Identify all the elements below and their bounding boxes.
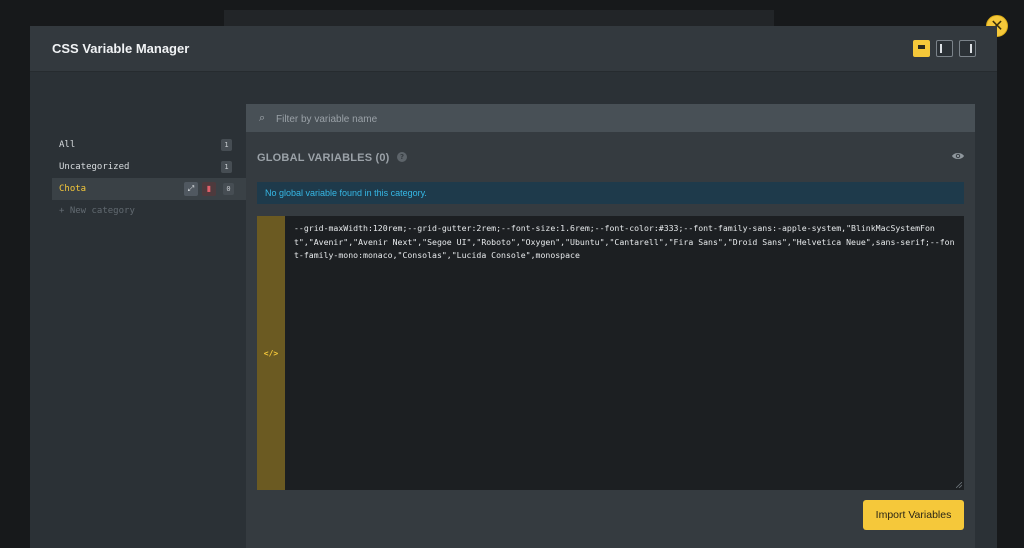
sidebar-item-all[interactable]: All 1 <box>52 134 246 156</box>
sidebar-item-chota[interactable]: Chota ⤢ ▮ 0 <box>52 178 246 200</box>
variables-editor[interactable]: </> --grid-maxWidth:120rem;--grid-gutter… <box>257 216 964 490</box>
section-title: GLOBAL VARIABLES (0) <box>257 152 390 164</box>
resize-handle-icon[interactable] <box>956 482 962 488</box>
category-sidebar: All 1 Uncategorized 1 Chota ⤢ ▮ 0 + New … <box>52 134 246 222</box>
editor-textarea[interactable]: --grid-maxWidth:120rem;--grid-gutter:2re… <box>294 222 958 263</box>
modal-header: CSS Variable Manager <box>30 26 997 72</box>
code-icon: </> <box>263 348 279 358</box>
sidebar-item-uncategorized[interactable]: Uncategorized 1 <box>52 156 246 178</box>
trash-icon[interactable]: ▮ <box>202 182 216 196</box>
eye-icon[interactable] <box>951 151 965 161</box>
layout-left-panel-icon[interactable] <box>936 40 953 57</box>
count-badge: 0 <box>223 183 234 195</box>
filter-input[interactable] <box>274 109 958 129</box>
layout-full-icon[interactable] <box>913 40 930 57</box>
help-icon[interactable]: ? <box>397 152 407 162</box>
layout-right-panel-icon[interactable] <box>959 40 976 57</box>
expand-icon[interactable]: ⤢ <box>184 182 198 196</box>
sidebar-item-label: Uncategorized <box>59 162 130 172</box>
modal-title: CSS Variable Manager <box>52 41 190 56</box>
sidebar-item-label: Chota <box>59 184 87 194</box>
filter-bar: ⌕ <box>246 104 975 132</box>
count-badge: 1 <box>221 139 232 151</box>
new-category-link[interactable]: + New category <box>52 200 246 222</box>
css-variable-manager-modal: CSS Variable Manager All 1 Uncategorized… <box>30 26 997 548</box>
editor-gutter: </> <box>257 216 285 490</box>
count-badge: 1 <box>221 161 232 173</box>
sidebar-item-label: All <box>59 140 76 150</box>
variables-panel: ⌕ GLOBAL VARIABLES (0) ? No global varia… <box>246 104 975 548</box>
info-banner: No global variable found in this categor… <box>257 182 964 204</box>
search-icon: ⌕ <box>259 111 266 124</box>
import-variables-button[interactable]: Import Variables <box>863 500 964 530</box>
